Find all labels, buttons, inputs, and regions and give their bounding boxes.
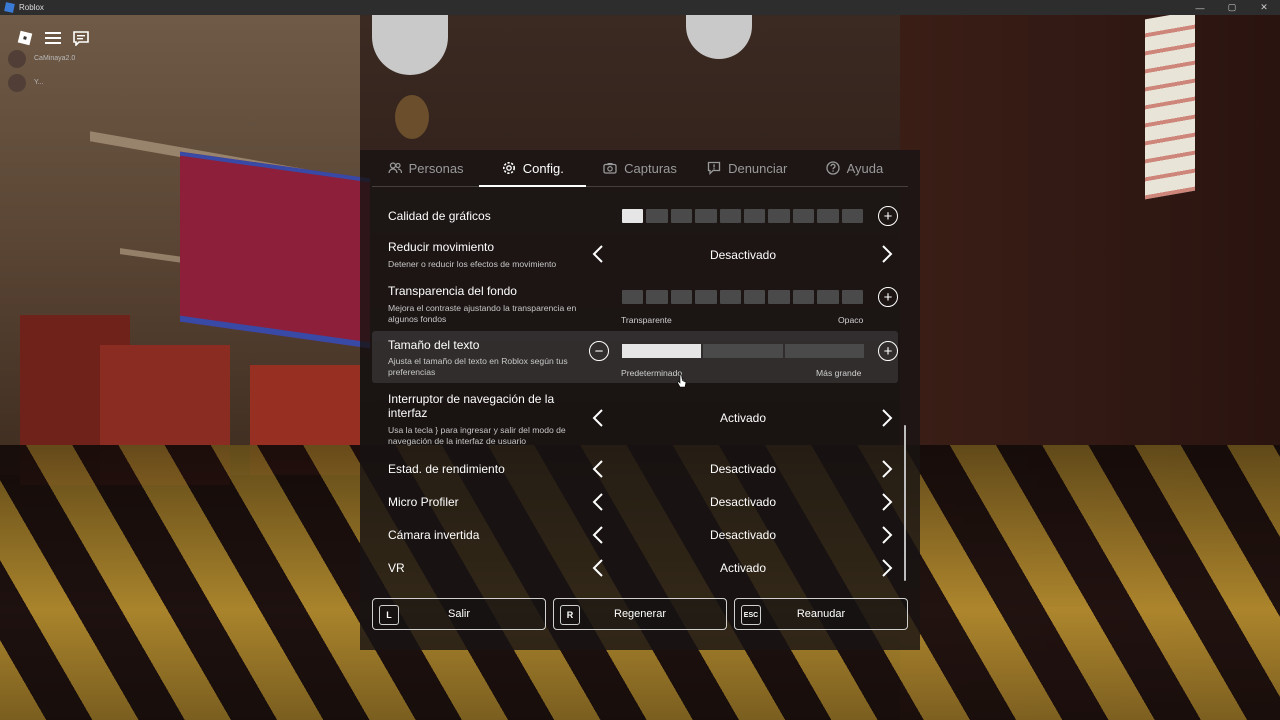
chevron-right-icon[interactable] — [876, 458, 898, 480]
transparency-slider[interactable] — [622, 290, 863, 304]
setting-description: Mejora el contraste ajustando la transpa… — [388, 303, 577, 324]
setting-performance-stats: Estad. de rendimiento Desactivado — [372, 458, 898, 480]
tab-denunciar[interactable]: Denunciar — [694, 150, 801, 186]
slider-max-label: Más grande — [816, 368, 862, 378]
setting-vr: VR Activado — [372, 557, 898, 579]
leave-button[interactable]: L Salir — [372, 598, 546, 630]
setting-label: Transparencia del fondo — [388, 284, 517, 298]
chevron-left-icon[interactable] — [587, 243, 609, 265]
setting-text-size: Tamaño del texto Ajusta el tamaño del te… — [372, 331, 898, 383]
window-titlebar: Roblox — ▢ ✕ — [0, 0, 1280, 15]
slider-max-label: Opaco — [838, 315, 864, 325]
help-icon — [825, 161, 840, 175]
setting-value: Desactivado — [709, 528, 777, 542]
setting-value: Desactivado — [709, 462, 777, 476]
camera-icon — [603, 163, 617, 174]
graphics-quality-slider[interactable] — [622, 209, 863, 223]
minimize-button[interactable]: — — [1184, 0, 1216, 15]
tab-label: Denunciar — [728, 160, 788, 176]
setting-label: Tamaño del texto — [388, 338, 480, 352]
setting-reduce-motion: Reducir movimiento Detener o reducir los… — [372, 238, 898, 274]
setting-background-transparency: Transparencia del fondo Mejora el contra… — [372, 282, 898, 326]
plus-icon[interactable]: + — [878, 287, 898, 307]
player-name: Y... — [34, 79, 44, 86]
chevron-left-icon[interactable] — [587, 557, 609, 579]
window-title: Roblox — [19, 3, 44, 12]
setting-micro-profiler: Micro Profiler Desactivado — [372, 491, 898, 513]
setting-graphics-quality: Calidad de gráficos + — [372, 205, 898, 229]
chevron-left-icon[interactable] — [587, 458, 609, 480]
resume-button[interactable]: ESC Reanudar — [734, 598, 908, 630]
chevron-right-icon[interactable] — [876, 524, 898, 546]
setting-label: Micro Profiler — [388, 495, 459, 509]
setting-description: Usa la tecla } para ingresar y salir del… — [388, 425, 566, 446]
text-size-slider[interactable] — [622, 344, 864, 358]
chevron-left-icon[interactable] — [587, 407, 609, 429]
chevron-right-icon[interactable] — [876, 243, 898, 265]
menu-action-bar: L Salir R Regenerar ESC Reanudar — [372, 598, 908, 630]
chevron-left-icon[interactable] — [587, 491, 609, 513]
ceiling-light — [686, 15, 752, 59]
key-hint: L — [379, 605, 399, 625]
tab-capturas[interactable]: Capturas — [586, 150, 693, 186]
tab-label: Capturas — [624, 160, 677, 176]
setting-label: Calidad de gráficos — [388, 209, 491, 223]
close-button[interactable]: ✕ — [1248, 0, 1280, 15]
tab-config[interactable]: Config. — [479, 150, 587, 187]
wall-clock — [395, 95, 429, 139]
people-icon — [387, 162, 402, 174]
tab-ayuda[interactable]: Ayuda — [801, 150, 908, 186]
setting-label: VR — [388, 561, 405, 575]
setting-label: Reducir movimiento — [388, 240, 495, 254]
tab-label: Ayuda — [846, 160, 884, 176]
chevron-right-icon[interactable] — [876, 491, 898, 513]
maximize-button[interactable]: ▢ — [1216, 0, 1248, 15]
avatar[interactable] — [8, 74, 26, 92]
roblox-menu-icon[interactable] — [13, 26, 37, 50]
avatar[interactable] — [8, 50, 26, 68]
minus-icon[interactable]: − — [589, 341, 609, 361]
roblox-logo-icon — [4, 2, 15, 13]
wall-poster-text — [1145, 15, 1195, 200]
chevron-right-icon[interactable] — [876, 557, 898, 579]
tab-label: Personas — [408, 160, 464, 176]
mouse-cursor-icon — [677, 374, 687, 388]
plus-icon[interactable]: + — [878, 206, 898, 226]
chat-icon[interactable] — [69, 26, 93, 50]
plus-icon[interactable]: + — [878, 341, 898, 361]
setting-description: Ajusta el tamaño del texto en Roblox seg… — [388, 356, 568, 377]
slider-min-label: Transparente — [621, 315, 672, 325]
setting-label: Cámara invertida — [388, 528, 480, 542]
setting-value: Desactivado — [709, 248, 777, 262]
hamburger-menu-icon[interactable] — [41, 26, 65, 50]
player-name: CaMinaya2.0 — [34, 55, 76, 62]
wall-banner — [180, 151, 370, 349]
setting-value: Desactivado — [709, 495, 777, 509]
menu-tabs: Personas Config. Capturas Denunciar Ayud… — [372, 150, 908, 187]
tab-personas[interactable]: Personas — [372, 150, 479, 186]
setting-label: Interruptor de navegación de la interfaz — [388, 392, 555, 420]
gear-icon — [502, 162, 515, 174]
slider-min-label: Predeterminado — [621, 368, 683, 378]
chevron-left-icon[interactable] — [587, 524, 609, 546]
setting-ui-navigation: Interruptor de navegación de la interfaz… — [372, 390, 898, 448]
setting-inverted-camera: Cámara invertida Desactivado — [372, 524, 898, 546]
setting-value: Activado — [719, 411, 767, 425]
chevron-right-icon[interactable] — [876, 407, 898, 429]
flag-icon — [707, 161, 721, 175]
ceiling-light — [372, 15, 448, 75]
key-hint: ESC — [741, 605, 761, 625]
player-list: CaMinaya2.0 Y... — [8, 50, 75, 98]
reset-button[interactable]: R Regenerar — [553, 598, 727, 630]
key-hint: R — [560, 605, 580, 625]
setting-value: Activado — [719, 561, 767, 575]
setting-label: Estad. de rendimiento — [388, 462, 505, 476]
tab-label: Config. — [522, 160, 564, 176]
settings-scrollbar[interactable] — [904, 425, 906, 581]
